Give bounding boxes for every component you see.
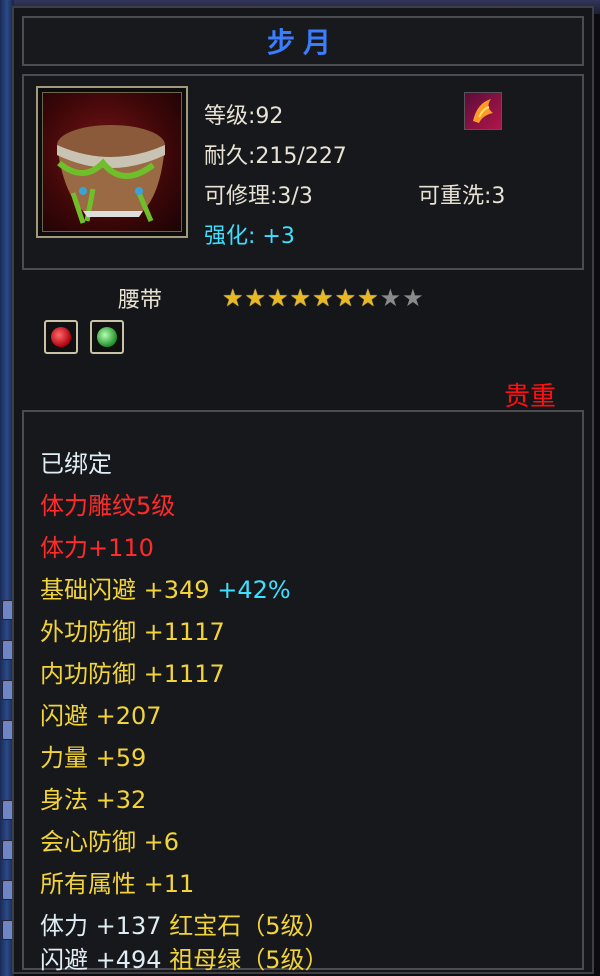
star-filled-icon: ★: [289, 284, 313, 312]
base-dodge-attr: 基础闪避 +349 +42%: [40, 570, 291, 605]
gem2-bonus: 闪避 +494 祖母绿（5级）: [40, 940, 328, 975]
attr-label: 会心防御: [40, 828, 136, 856]
item-enhance: 强化: +3: [204, 218, 295, 250]
attr-value: +1117: [143, 660, 225, 688]
attr-label: 所有属性: [40, 870, 136, 898]
star-rating: ★★★★★★★★★: [222, 284, 425, 312]
star-filled-icon: ★: [334, 284, 358, 312]
item-level: 等级:92: [204, 104, 284, 129]
internal-defense-attr: 内功防御 +1117: [40, 654, 225, 689]
item-tooltip: 步月 等级:92 耐久:215/227 可修理:3/3 可重洗:3 强化: +3…: [12, 6, 594, 974]
enhance-label: 强化:: [204, 224, 256, 249]
item-durability: 耐久:215/227: [204, 144, 347, 169]
emerald-gem-icon: [97, 327, 117, 347]
star-filled-icon: ★: [312, 284, 335, 312]
belt-icon: [42, 92, 182, 232]
star-filled-icon: ★: [244, 284, 268, 312]
attr-label: 外功防御: [40, 618, 136, 646]
attr-percent: +42%: [217, 576, 291, 604]
all-attributes-attr: 所有属性 +11: [40, 864, 194, 899]
attr-label: 身法: [40, 786, 88, 814]
enhance-value: +3: [262, 224, 295, 249]
attr-label: 力量: [40, 744, 88, 772]
attr-value: +6: [143, 828, 180, 856]
gem1-bonus: 体力 +137 红宝石（5级）: [40, 906, 328, 941]
attr-value: +207: [95, 702, 162, 730]
item-icon-frame: [36, 86, 188, 238]
star-filled-icon: ★: [267, 284, 290, 312]
attr-label: 基础闪避: [40, 576, 136, 604]
attr-value: +1117: [143, 618, 225, 646]
carving-attr: 体力雕纹5级: [40, 492, 176, 520]
bound-status: 已绑定: [40, 450, 112, 478]
rarity-label: 贵重: [503, 382, 556, 412]
star-filled-icon: ★: [222, 284, 245, 312]
attr-value: +494: [95, 946, 162, 974]
gem-name: 祖母绿（5级）: [169, 946, 329, 974]
attr-label: 内功防御: [40, 660, 136, 688]
agility-attr: 身法 +32: [40, 780, 146, 815]
star-empty-icon: ★: [402, 284, 425, 312]
ruby-gem-icon: [51, 327, 71, 347]
external-defense-attr: 外功防御 +1117: [40, 612, 225, 647]
star-filled-icon: ★: [357, 284, 380, 312]
dodge-attr: 闪避 +207: [40, 696, 162, 731]
stamina-attr: 体力+110: [40, 534, 154, 562]
item-title-bar: 步月: [22, 16, 584, 66]
item-title: 步月: [266, 26, 339, 59]
item-type-name: 腰带: [118, 288, 163, 313]
item-info-panel: 等级:92 耐久:215/227 可修理:3/3 可重洗:3 强化: +3: [22, 74, 584, 270]
attr-label: 闪避: [40, 946, 88, 974]
strength-attr: 力量 +59: [40, 738, 146, 773]
crit-defense-attr: 会心防御 +6: [40, 822, 179, 857]
attributes-panel: 已绑定 体力雕纹5级 体力+110 基础闪避 +349 +42% 外功防御 +1…: [22, 410, 584, 974]
attr-value: +11: [143, 870, 195, 898]
attr-value: +349: [143, 576, 210, 604]
attr-value: +32: [95, 786, 147, 814]
attr-value: +137: [95, 912, 162, 940]
attr-label: 体力: [40, 912, 88, 940]
attr-value: +59: [95, 744, 147, 772]
attr-label: 闪避: [40, 702, 88, 730]
gem-name: 红宝石（5级）: [169, 912, 329, 940]
item-repairable: 可修理:3/3: [204, 184, 313, 209]
star-empty-icon: ★: [379, 284, 403, 312]
item-rewashable: 可重洗:3: [418, 184, 506, 209]
gem-slot-ruby[interactable]: [44, 320, 78, 354]
school-emblem-icon: [464, 92, 502, 130]
gem-slot-emerald[interactable]: [90, 320, 124, 354]
